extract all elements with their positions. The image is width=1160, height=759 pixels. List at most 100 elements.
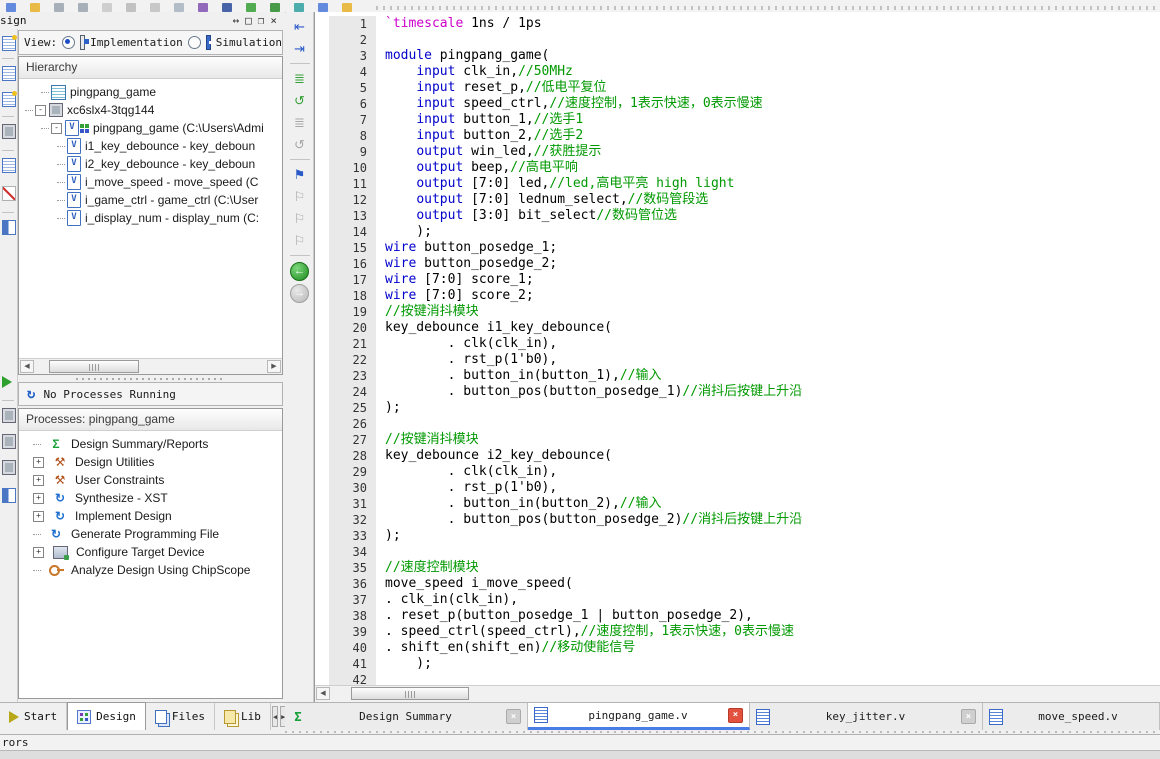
hierarchy-hscrollbar[interactable]: ◀ ▶	[19, 358, 282, 374]
scroll-right-icon[interactable]: ▶	[267, 360, 281, 373]
new-source-icon[interactable]	[2, 35, 17, 51]
panel-tab-start[interactable]: Start	[0, 703, 68, 730]
toolbar-icon[interactable]	[54, 3, 64, 12]
outdent-icon[interactable]: ⇤	[290, 17, 310, 37]
close-tab-icon[interactable]: ×	[728, 707, 743, 723]
process-item[interactable]: + Configure Target Device	[19, 543, 282, 561]
expander-icon[interactable]: +	[33, 474, 44, 486]
toolbar-icon[interactable]	[78, 3, 88, 12]
layout-icon[interactable]	[2, 488, 16, 503]
sim-chip-icon[interactable]	[2, 460, 16, 475]
toolbar-icon[interactable]	[222, 3, 232, 12]
toggle-bookmark-icon[interactable]: ⚑	[290, 165, 310, 185]
tree-item[interactable]: Vi1_key_debounce - key_deboun	[19, 137, 282, 155]
toolbar-icon[interactable]	[198, 3, 208, 12]
process-item[interactable]: + ⚒ Design Utilities	[19, 453, 282, 471]
toolbar-icon[interactable]	[102, 3, 112, 12]
redo-lines-icon[interactable]: ≣	[290, 113, 310, 133]
process-item[interactable]: + ↻ Synthesize - XST	[19, 489, 282, 507]
close-tab-icon[interactable]: ×	[506, 709, 521, 724]
editor-tab-key-jitter-v[interactable]: key_jitter.v ×	[750, 703, 983, 730]
tree-item[interactable]: - Vpingpang_game (C:\Users\Admi	[19, 119, 282, 137]
toolbar-icon[interactable]	[294, 3, 304, 12]
code-editor[interactable]: 1 `timescale 1ns / 1ps 2 3 module pingpang_g…	[314, 12, 1160, 702]
editor-hscrollbar[interactable]: ◀	[315, 685, 1160, 702]
expander-icon[interactable]: +	[33, 492, 44, 504]
restore-icon[interactable]: ❐	[258, 14, 265, 27]
disable-icon[interactable]	[2, 186, 16, 201]
report-icon[interactable]	[2, 158, 16, 173]
run-process-icon[interactable]	[2, 376, 12, 388]
editor-tab-move-speed-v[interactable]: move_speed.v	[983, 703, 1160, 730]
expander-icon[interactable]: -	[35, 104, 46, 116]
refresh-icon[interactable]: ↻	[27, 387, 35, 401]
simulation-label[interactable]: Simulation	[216, 36, 282, 49]
close-tab-icon[interactable]: ×	[961, 709, 976, 724]
tab-scroll-left-icon[interactable]: ◀	[271, 706, 279, 727]
chip-icon[interactable]	[2, 124, 16, 139]
toolbar-icon[interactable]	[126, 3, 136, 12]
select-lines-icon[interactable]: ≣	[290, 69, 310, 89]
tree-item-label: i1_key_debounce - key_deboun	[85, 139, 256, 153]
tree-item[interactable]: Vi_move_speed - move_speed (C	[19, 173, 282, 191]
layout-icon[interactable]	[2, 220, 16, 235]
expander-icon[interactable]: -	[51, 122, 62, 134]
code-line: 14 );	[315, 224, 1160, 240]
tree-item[interactable]: Vi2_key_debounce - key_deboun	[19, 155, 282, 173]
process-item[interactable]: Analyze Design Using ChipScope	[19, 561, 282, 579]
toolbar-icon[interactable]	[246, 3, 256, 12]
view-source-icon[interactable]	[2, 66, 16, 81]
editor-tab-design-summary[interactable]: Σ Design Summary ×	[285, 703, 528, 730]
implementation-radio[interactable]	[62, 36, 76, 49]
line-number: 42	[329, 672, 376, 686]
toolbar-icon[interactable]	[270, 3, 280, 12]
tree-item[interactable]: - xc6slx4-3tqg144	[19, 101, 282, 119]
undo-icon[interactable]: ↺	[290, 91, 310, 111]
tree-item[interactable]: Vi_display_num - display_num (C:	[19, 209, 282, 227]
toolbar-icon[interactable]	[30, 3, 40, 12]
processes-list[interactable]: Σ Design Summary/Reports + ⚒ Design Utilitie…	[19, 431, 282, 579]
add-source-icon[interactable]	[2, 91, 17, 107]
sim-chip-icon[interactable]	[2, 408, 16, 423]
expander-icon[interactable]: +	[33, 456, 44, 468]
verilog-file-icon: V	[67, 210, 81, 226]
toolbar-icon[interactable]	[318, 3, 328, 12]
implementation-label[interactable]: Implementation	[90, 36, 183, 49]
scrollbar-thumb[interactable]	[49, 360, 139, 373]
editor-tab-pingpang-game-v[interactable]: pingpang_game.v ×	[528, 703, 750, 730]
scroll-left-icon[interactable]: ◀	[20, 360, 34, 373]
close-icon[interactable]: ×	[270, 14, 277, 27]
redo-icon[interactable]: ↺	[290, 135, 310, 155]
process-item[interactable]: Σ Design Summary/Reports	[19, 435, 282, 453]
toolbar-icon[interactable]	[342, 3, 352, 12]
panel-splitter[interactable]	[18, 377, 283, 381]
errors-label-partial[interactable]: rors	[2, 736, 29, 749]
code-area[interactable]: 1 `timescale 1ns / 1ps 2 3 module pingpang_g…	[315, 12, 1160, 686]
clear-bookmarks-icon[interactable]: ⚐	[290, 231, 310, 251]
prev-bookmark-icon[interactable]: ⚐	[290, 209, 310, 229]
forward-icon[interactable]: →	[290, 283, 309, 303]
expander-icon[interactable]: +	[33, 546, 44, 558]
scrollbar-thumb[interactable]	[351, 687, 469, 700]
toolbar-icon[interactable]	[6, 3, 16, 12]
process-item[interactable]: + ↻ Implement Design	[19, 507, 282, 525]
indent-icon[interactable]: ⇥	[290, 39, 310, 59]
toolbar-icon[interactable]	[174, 3, 184, 12]
maximize-icon[interactable]: □	[245, 14, 252, 27]
panel-tab-lib[interactable]: Lib	[215, 703, 271, 730]
expander-icon[interactable]: +	[33, 510, 44, 522]
tree-item[interactable]: Vi_game_ctrl - game_ctrl (C:\User	[19, 191, 282, 209]
undock-icon[interactable]: ↔	[233, 14, 240, 27]
process-item[interactable]: + ⚒ User Constraints	[19, 471, 282, 489]
process-item[interactable]: ↻ Generate Programming File	[19, 525, 282, 543]
scroll-left-icon[interactable]: ◀	[316, 687, 330, 700]
toolbar-icon[interactable]	[150, 3, 160, 12]
hierarchy-tree[interactable]: pingpang_game - xc6slx4-3tqg144- Vpingpang_…	[19, 79, 282, 227]
panel-tab-design[interactable]: Design	[67, 702, 146, 730]
sim-chip-icon[interactable]	[2, 434, 16, 449]
next-bookmark-icon[interactable]: ⚐	[290, 187, 310, 207]
tree-item[interactable]: pingpang_game	[19, 83, 282, 101]
back-icon[interactable]: ←	[290, 261, 309, 281]
panel-tab-files[interactable]: Files	[146, 703, 215, 730]
simulation-radio[interactable]	[187, 36, 201, 49]
